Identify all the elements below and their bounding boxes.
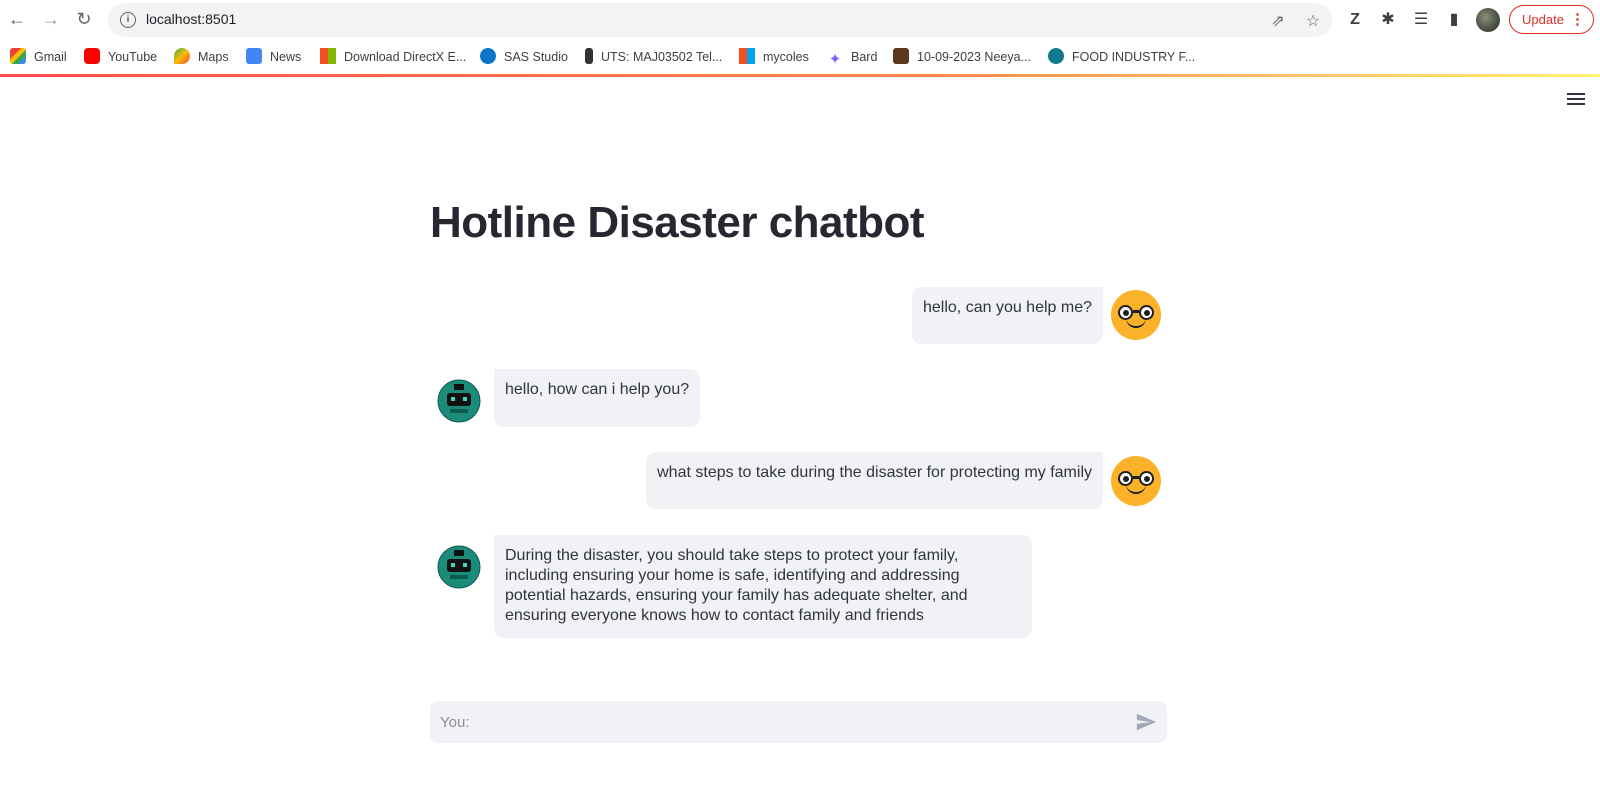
bookmark-sas-studio[interactable]: SAS Studio [480, 47, 568, 67]
update-label: Update [1522, 12, 1564, 27]
reload-icon[interactable]: ↻ [73, 8, 95, 30]
news-icon [246, 48, 262, 64]
bookmark-maps[interactable]: Maps [174, 47, 229, 67]
youtube-icon [84, 48, 100, 64]
message-text: During the disaster, you should take ste… [505, 547, 968, 624]
bookmark-label: 10-09-2023 Neeya... [917, 50, 1031, 64]
browser-toolbar: ← → ↻ i localhost:8501 ⇗ ☆ Z ✱ ☰ ▮ Updat… [0, 0, 1600, 40]
bookmark-label: Bard [851, 50, 878, 64]
side-panel-icon[interactable]: ▮ [1444, 10, 1464, 30]
bookmark-label: Download DirectX E... [344, 50, 467, 64]
address-bar[interactable]: i localhost:8501 ⇗ ☆ [108, 3, 1332, 37]
bookmark-mycoles[interactable]: mycoles [739, 47, 809, 67]
share-icon[interactable]: ⇗ [1268, 11, 1288, 30]
bookmark-label: UTS: MAJ03502 Tel... [601, 50, 723, 64]
bot-message: During the disaster, you should take ste… [494, 535, 1032, 638]
url-text: localhost:8501 [146, 11, 237, 27]
bookmark-uts[interactable]: UTS: MAJ03502 Tel... [585, 47, 722, 67]
back-icon[interactable]: ← [6, 8, 28, 30]
zotero-extension-icon[interactable]: Z [1345, 10, 1365, 30]
more-menu-icon: ⋮ [1570, 11, 1585, 28]
app-header-decoration [0, 74, 1600, 77]
sas-icon [480, 48, 496, 64]
main-menu-icon[interactable] [1567, 93, 1585, 107]
bot-avatar [437, 379, 481, 423]
user-message: what steps to take during the disaster f… [646, 452, 1103, 509]
bookmark-label: FOOD INDUSTRY F... [1072, 50, 1196, 64]
bookmark-bard[interactable]: ✦ Bard [827, 47, 878, 68]
message-text: hello, can you help me? [923, 299, 1092, 316]
extensions-puzzle-icon[interactable]: ✱ [1378, 10, 1398, 30]
sharepoint-icon [1048, 48, 1064, 64]
bookmark-label: Gmail [34, 50, 67, 64]
bookmark-label: SAS Studio [504, 50, 568, 64]
microsoft-icon [320, 48, 336, 64]
message-text: what steps to take during the disaster f… [657, 464, 1092, 481]
page-title: Hotline Disaster chatbot [430, 198, 925, 247]
bookmark-food-industry[interactable]: FOOD INDUSTRY F... [1048, 47, 1195, 67]
bot-message: hello, how can i help you? [494, 369, 701, 427]
gmail-icon [10, 48, 26, 64]
site-info-icon[interactable]: i [120, 12, 136, 28]
update-button[interactable]: Update ⋮ [1509, 5, 1594, 34]
chat-input[interactable] [440, 710, 1100, 734]
user-avatar [1111, 290, 1161, 340]
microsoft-icon [739, 48, 755, 64]
bookmark-label: News [270, 50, 302, 64]
media-queue-icon[interactable]: ☰ [1411, 10, 1431, 30]
bookmark-label: YouTube [108, 50, 158, 64]
user-message: hello, can you help me? [912, 287, 1103, 344]
bot-avatar [437, 545, 481, 589]
send-icon[interactable] [1135, 711, 1157, 733]
chat-input-container [430, 701, 1167, 743]
tv-icon [893, 48, 909, 64]
maps-icon [174, 48, 190, 64]
uts-icon [585, 48, 593, 64]
bookmark-gmail[interactable]: Gmail [10, 47, 67, 67]
user-avatar [1111, 456, 1161, 506]
bookmark-label: mycoles [763, 50, 809, 64]
bookmark-news[interactable]: News [246, 47, 301, 67]
bookmark-directx[interactable]: Download DirectX E... [320, 47, 466, 67]
bookmark-star-icon[interactable]: ☆ [1303, 11, 1323, 30]
bookmark-label: Maps [198, 50, 229, 64]
bookmark-youtube[interactable]: YouTube [84, 47, 157, 67]
bookmarks-bar: Gmail YouTube Maps News Download DirectX… [0, 42, 1600, 72]
bard-sparkle-icon: ✦ [828, 51, 842, 68]
message-text: hello, how can i help you? [505, 381, 690, 398]
bookmark-neeya[interactable]: 10-09-2023 Neeya... [893, 47, 1031, 67]
forward-icon[interactable]: → [40, 8, 62, 30]
profile-avatar[interactable] [1476, 8, 1500, 32]
